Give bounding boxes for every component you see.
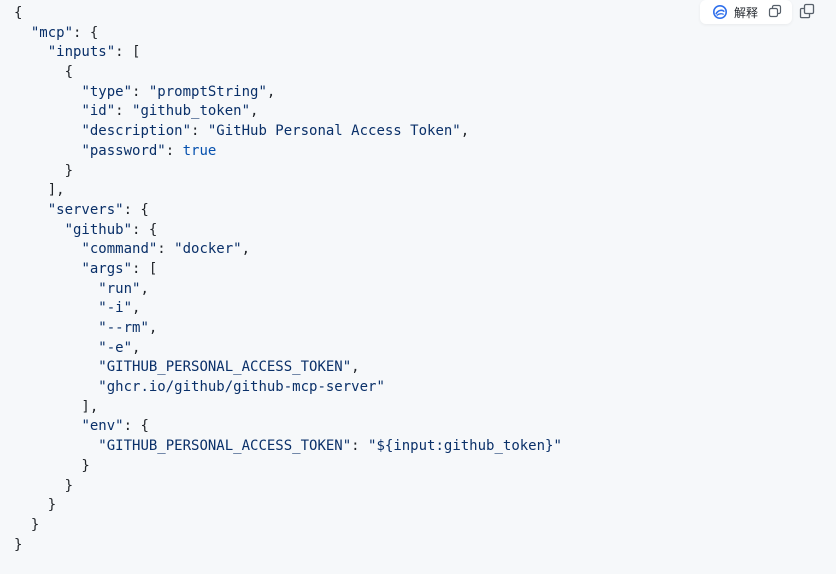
code-content[interactable]: { "mcp": { "inputs": [ { "type": "prompt… (14, 4, 562, 555)
code-toolbar: 解释 (699, 0, 792, 24)
code-line: "env": { (81, 418, 149, 435)
code-line: { (14, 64, 74, 81)
explain-label: 解释 (733, 5, 758, 20)
code-line: "password": true (81, 142, 217, 159)
code-line: "type": "promptString", (81, 83, 276, 100)
code-line: "ghcr.io/github/github-mcp-server" (98, 379, 385, 396)
code-line: "-i", (98, 300, 141, 317)
code-line: "args": [ (81, 260, 158, 277)
code-line: ], (14, 182, 65, 199)
code-line: "github": { (64, 221, 158, 238)
code-line: } (14, 477, 74, 494)
copy-icon (799, 3, 815, 23)
code-line: ], (14, 398, 99, 415)
code-line: { (14, 5, 23, 21)
code-line: "GITHUB_PERSONAL_ACCESS_TOKEN", (98, 359, 360, 376)
code-line: "run", (98, 280, 149, 297)
code-line: "mcp": { (30, 24, 99, 41)
code-line: } (14, 536, 23, 553)
code-block: { "mcp": { "inputs": [ { "type": "prompt… (0, 0, 836, 574)
copy-icon (768, 3, 782, 22)
copy-code-button[interactable] (796, 2, 818, 24)
code-line: "-e", (98, 339, 141, 356)
code-line: "inputs": [ (47, 44, 141, 61)
code-line: "description": "GitHub Personal Access T… (81, 123, 470, 140)
explain-button[interactable]: 解释 (706, 1, 764, 23)
code-line: "--rm", (98, 320, 158, 336)
code-line: "servers": { (47, 201, 149, 218)
code-line: "GITHUB_PERSONAL_ACCESS_TOKEN": "${input… (98, 438, 562, 455)
code-line: } (14, 497, 57, 514)
code-line: } (14, 516, 40, 533)
code-line: } (14, 162, 74, 179)
code-line: "id": "github_token", (81, 103, 259, 120)
code-line: } (14, 457, 90, 474)
code-line: "command": "docker", (81, 241, 251, 258)
ai-swirl-icon (712, 4, 728, 20)
copy-small-button[interactable] (764, 1, 786, 23)
